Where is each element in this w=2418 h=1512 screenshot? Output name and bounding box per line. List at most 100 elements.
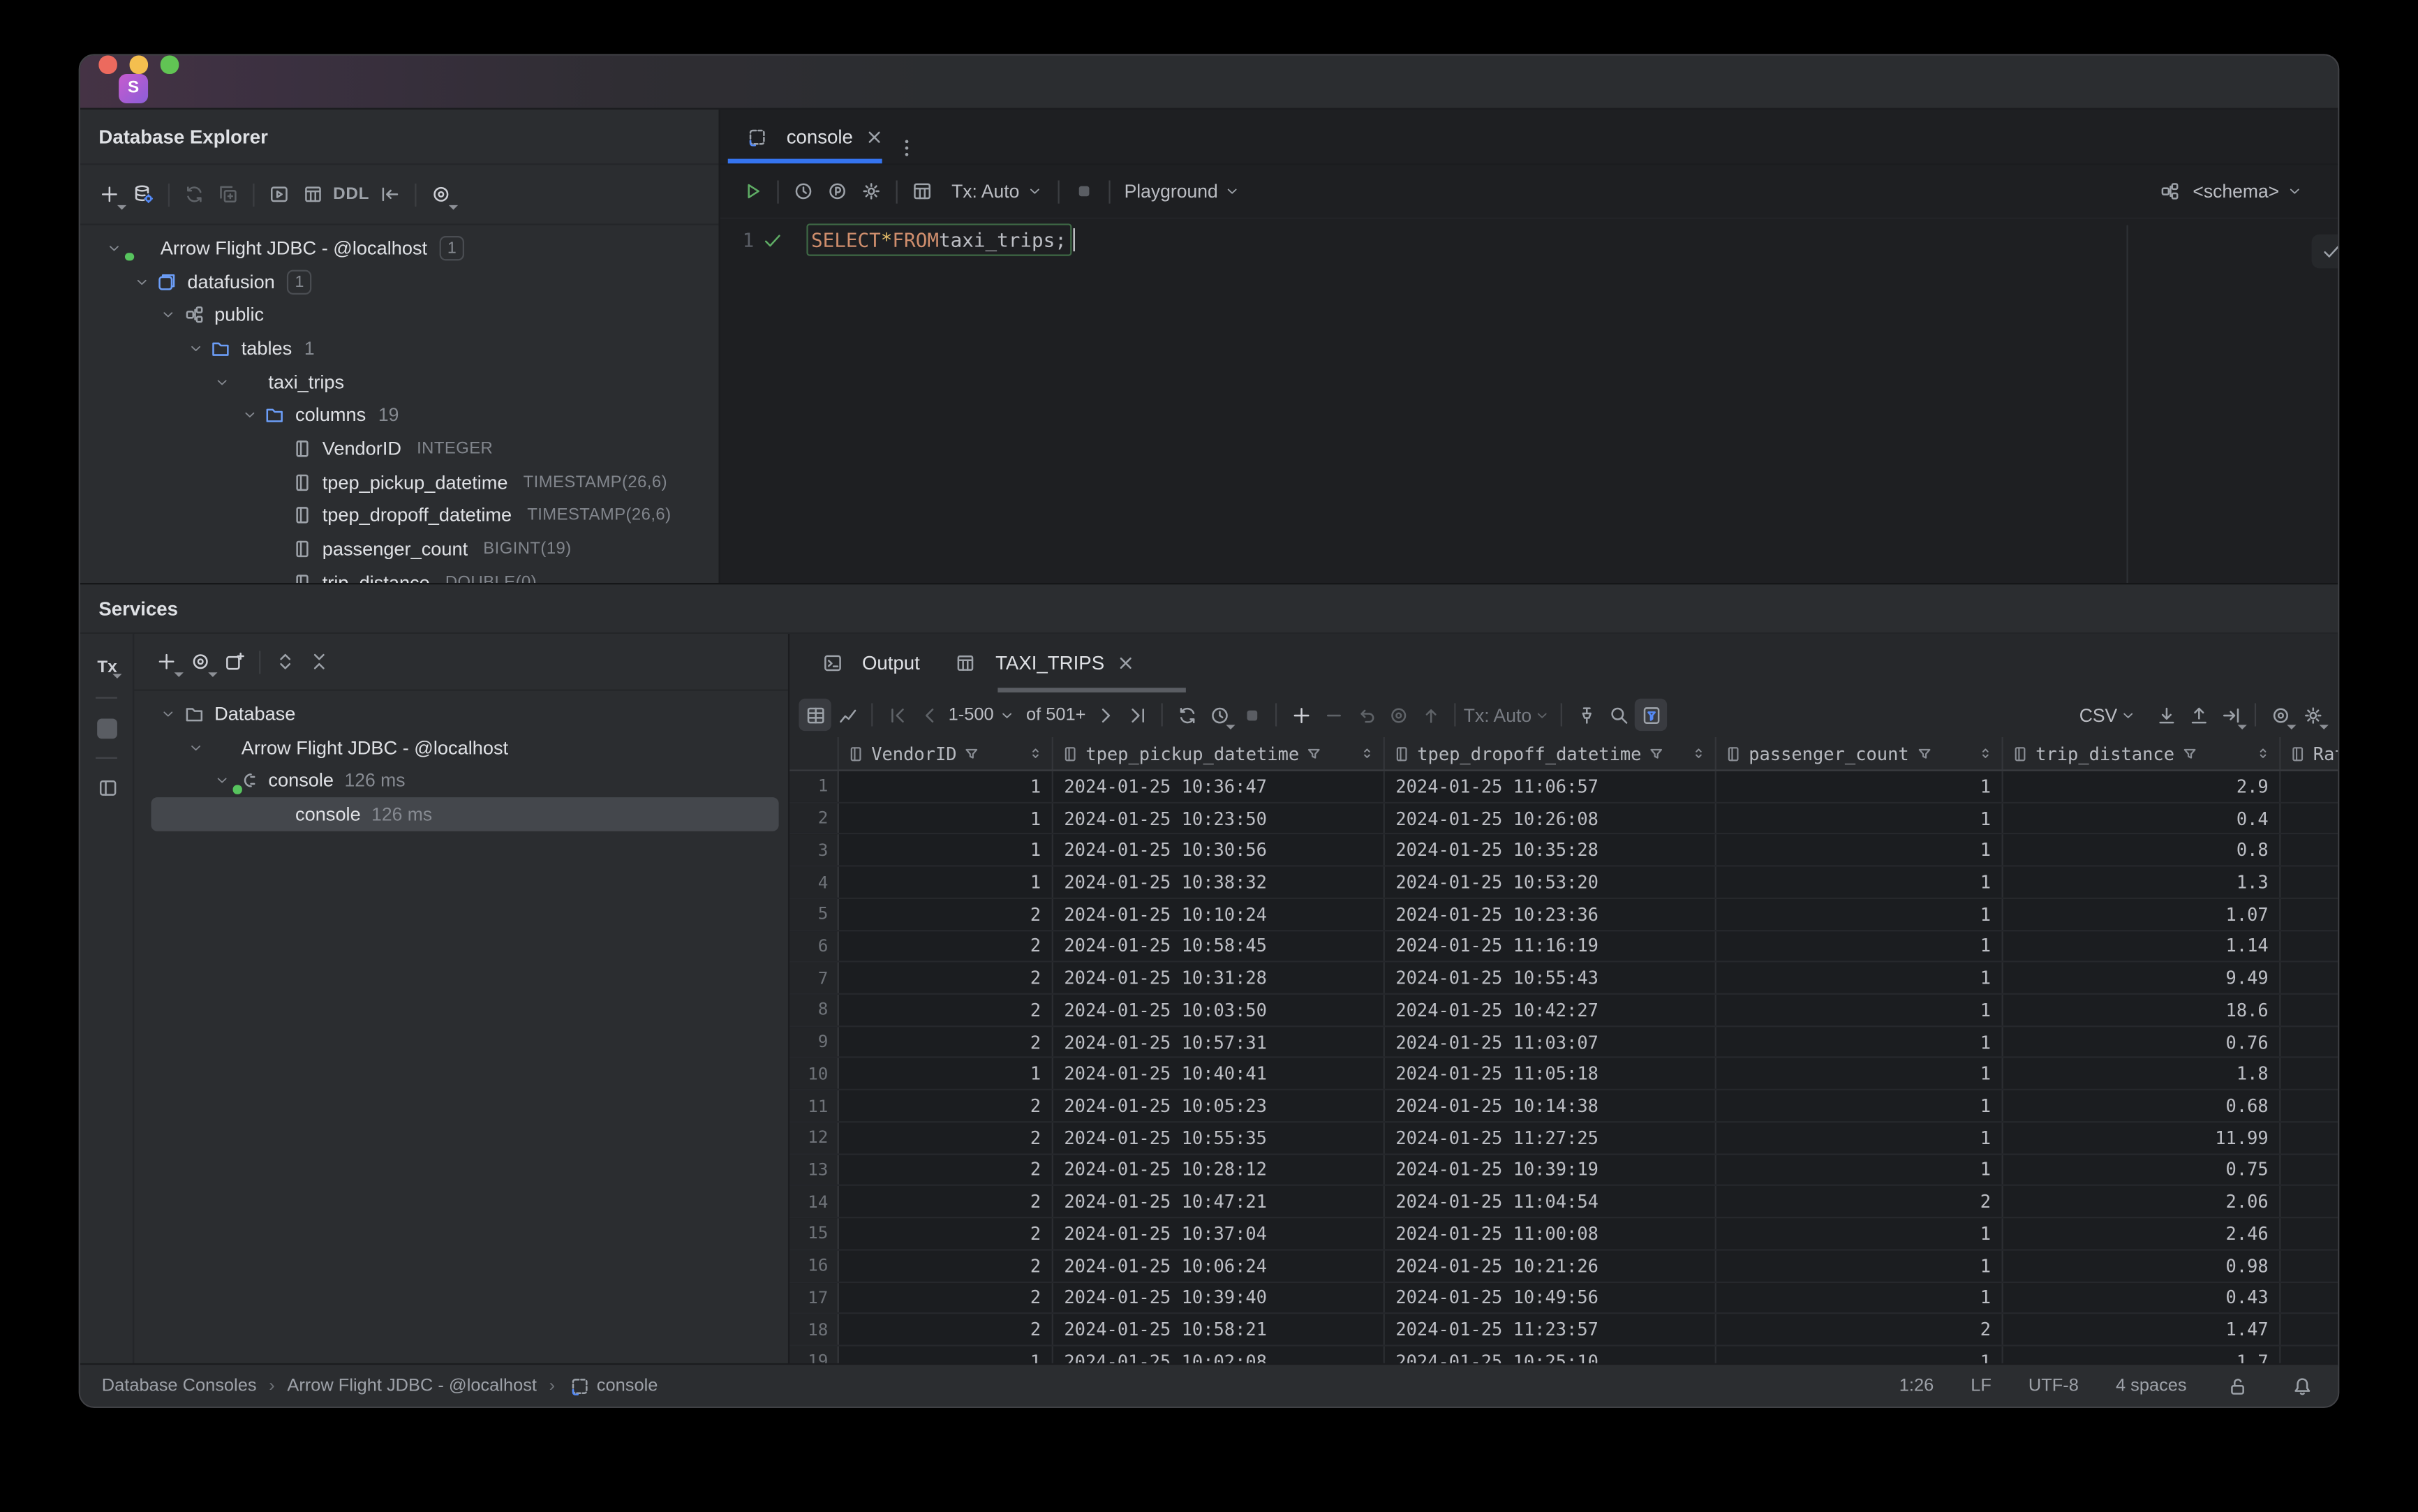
table-row[interactable]: 5 2 2024-01-25 10:10:24 2024-01-25 10:23:36…	[789, 898, 2338, 931]
settings-gear-icon[interactable]	[854, 175, 889, 209]
table-cell[interactable]: 2024-01-25 10:10:24	[1053, 898, 1385, 930]
table-cell[interactable]: 1	[1716, 1026, 2003, 1058]
chevron-down-icon[interactable]	[1024, 181, 1044, 202]
table-cell[interactable]	[2280, 931, 2338, 961]
table-cell[interactable]: 1	[1716, 1122, 2003, 1153]
chevron-down-icon[interactable]	[184, 341, 206, 356]
table-cell[interactable]: 2024-01-25 10:05:23	[1053, 1090, 1385, 1121]
table-cell[interactable]: 2024-01-25 10:57:31	[1053, 1026, 1385, 1058]
table-cell[interactable]: 2	[839, 1282, 1053, 1313]
table-cell[interactable]: 1	[839, 803, 1053, 833]
tree-item[interactable]: tables 1	[80, 332, 719, 365]
table-cell[interactable]: 2024-01-25 10:58:21	[1053, 1314, 1385, 1345]
table-cell[interactable]: 0.68	[2003, 1090, 2281, 1121]
inspections-ok-widget[interactable]	[2311, 234, 2338, 269]
table-cell[interactable]: 2.9	[2003, 771, 2281, 802]
table-cell[interactable]: 1	[1716, 1058, 2003, 1090]
table-cell[interactable]	[2280, 1282, 2338, 1313]
table-cell[interactable]	[2280, 771, 2338, 802]
project-avatar[interactable]: S	[119, 73, 149, 103]
table-cell[interactable]: 1	[839, 835, 1053, 866]
table-cell[interactable]: 2024-01-25 10:38:32	[1053, 866, 1385, 898]
table-cell[interactable]: 2024-01-25 11:03:07	[1385, 1026, 1716, 1058]
open-console-icon[interactable]	[262, 177, 297, 212]
tree-item[interactable]: undefined taxi_trips	[80, 365, 719, 399]
export-format-select[interactable]: CSV	[2079, 704, 2118, 725]
table-cell[interactable]: 1.47	[2003, 1314, 2281, 1345]
table-cell[interactable]	[2280, 1090, 2338, 1121]
table-row[interactable]: 7 2 2024-01-25 10:31:28 2024-01-25 10:55:43…	[789, 963, 2338, 995]
table-cell[interactable]: 1	[1716, 1090, 2003, 1121]
table-cell[interactable]: 1	[1716, 803, 2003, 833]
reload-icon[interactable]	[1171, 699, 1203, 731]
schema-select[interactable]: <schema>	[2153, 165, 2304, 217]
table-cell[interactable]: 1	[1716, 898, 2003, 930]
table-cell[interactable]: 0.76	[2003, 1026, 2281, 1058]
table-cell[interactable]: 1	[839, 866, 1053, 898]
table-cell[interactable]: 2024-01-25 10:58:45	[1053, 931, 1385, 962]
find-icon[interactable]	[1603, 699, 1635, 731]
column-header-tpep_dropoff_datetime[interactable]: tpep_dropoff_datetime	[1385, 736, 1716, 770]
tree-item[interactable]: undefined Arrow Flight JDBC - @localhost	[134, 730, 788, 764]
table-row[interactable]: 14 2 2024-01-25 10:47:21 2024-01-25 11:04:5…	[789, 1186, 2338, 1219]
chevron-down-icon[interactable]	[2117, 705, 2137, 725]
table-cell[interactable]: 1	[1716, 995, 2003, 1025]
export-icon[interactable]	[2182, 699, 2214, 731]
tx-mode-strip-button[interactable]: Tx	[80, 646, 134, 690]
chevron-down-icon[interactable]	[103, 240, 125, 255]
table-cell[interactable]: 1.07	[2003, 898, 2281, 930]
notifications-bell-icon[interactable]	[2288, 1372, 2316, 1400]
column-header-trip_distance[interactable]: trip_distance	[2003, 736, 2281, 770]
import-icon[interactable]	[2150, 699, 2182, 731]
table-cell[interactable]: 1	[1716, 1250, 2003, 1281]
table-cell[interactable]: 2	[839, 931, 1053, 962]
table-row[interactable]: 12 2 2024-01-25 10:55:35 2024-01-25 11:27:2…	[789, 1122, 2338, 1155]
table-row[interactable]: 17 2 2024-01-25 10:39:40 2024-01-25 10:49:5…	[789, 1282, 2338, 1314]
sql-editor[interactable]: 1 SELECT * FROM taxi_trips;	[720, 223, 2338, 584]
table-cell[interactable]: 2024-01-25 10:06:24	[1053, 1250, 1385, 1281]
chevron-down-icon[interactable]	[131, 274, 152, 289]
first-page-icon[interactable]	[880, 699, 912, 731]
tree-item[interactable]: trip_distance DOUBLE(0)	[80, 566, 719, 584]
table-cell[interactable]: 2	[839, 1250, 1053, 1281]
table-row[interactable]: 10 1 2024-01-25 10:40:41 2024-01-25 11:05:1…	[789, 1058, 2338, 1091]
tree-item[interactable]: passenger_count BIGINT(19)	[80, 533, 719, 566]
table-cell[interactable]: 0.4	[2003, 803, 2281, 833]
table-row[interactable]: 16 2 2024-01-25 10:06:24 2024-01-25 10:21:2…	[789, 1250, 2338, 1282]
refresh-icon[interactable]	[177, 177, 212, 212]
table-cell[interactable]: 1.3	[2003, 866, 2281, 898]
column-header-passenger_count[interactable]: passenger_count	[1716, 736, 2003, 770]
table-cell[interactable]: 0.98	[2003, 1250, 2281, 1281]
table-cell[interactable]: 2024-01-25 10:03:50	[1053, 995, 1385, 1025]
chevron-down-icon[interactable]	[238, 408, 260, 423]
filter-funnel-icon[interactable]	[1647, 744, 1666, 763]
filter-funnel-icon[interactable]	[1915, 744, 1934, 763]
jump-to-source-icon[interactable]	[373, 177, 407, 212]
chevron-down-icon[interactable]	[997, 705, 1017, 725]
sort-icon[interactable]	[1358, 745, 1375, 762]
table-cell[interactable]: 2024-01-25 11:06:57	[1385, 771, 1716, 802]
table-cell[interactable]	[2280, 1122, 2338, 1153]
table-cell[interactable]: 1	[839, 771, 1053, 802]
table-cell[interactable]: 1.8	[2003, 1058, 2281, 1090]
table-cell[interactable]: 2024-01-25 10:26:08	[1385, 803, 1716, 833]
run-button[interactable]	[736, 175, 770, 209]
playground-select[interactable]: Playground	[1125, 180, 1218, 202]
history-clock-icon[interactable]	[787, 175, 821, 209]
table-cell[interactable]	[2280, 1187, 2338, 1217]
table-cell[interactable]: 2	[839, 1218, 1053, 1249]
tree-item[interactable]: undefined Arrow Flight JDBC - @localhost…	[80, 231, 719, 265]
table-cell[interactable]: 9.49	[2003, 963, 2281, 993]
tree-item[interactable]: public	[80, 298, 719, 332]
table-cell[interactable]	[2280, 899, 2338, 930]
table-view-icon[interactable]	[905, 175, 940, 209]
tree-item[interactable]: console 126 ms	[134, 764, 788, 797]
table-row[interactable]: 9 2 2024-01-25 10:57:31 2024-01-25 11:03:07…	[789, 1026, 2338, 1059]
table-cell[interactable]: 2024-01-25 11:16:19	[1385, 931, 1716, 962]
table-cell[interactable]: 2024-01-25 10:36:47	[1053, 771, 1385, 802]
tree-item[interactable]: VendorID INTEGER	[80, 432, 719, 466]
table-cell[interactable]	[2280, 995, 2338, 1025]
table-cell[interactable]: 1	[1716, 931, 2003, 962]
table-cell[interactable]: 1	[1716, 1154, 2003, 1185]
tx-mode-select[interactable]: Tx: Auto	[951, 180, 1019, 202]
